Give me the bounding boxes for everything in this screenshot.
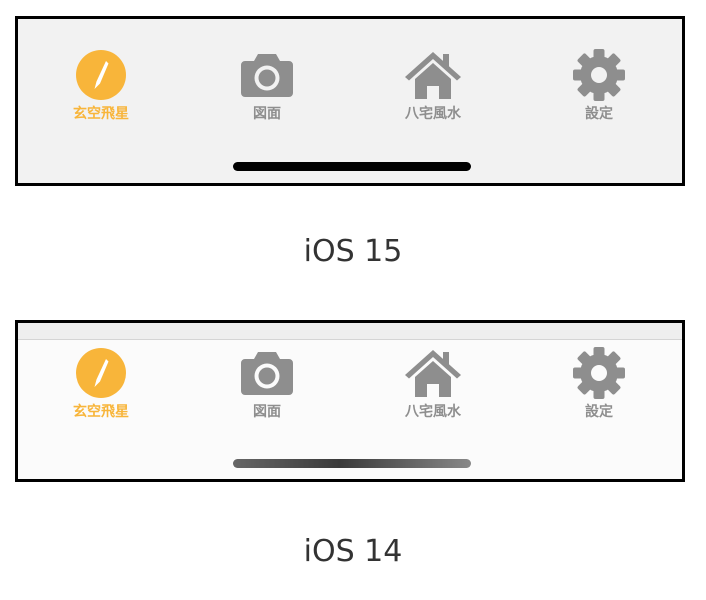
tab-bar: 玄空飛星 図面 八宅風水 設定 — [18, 347, 682, 421]
tab-settings[interactable]: 設定 — [516, 49, 682, 123]
tab-label: 玄空飛星 — [73, 106, 129, 122]
ios14-tabbar-screenshot: 玄空飛星 図面 八宅風水 設定 — [15, 320, 685, 482]
home-indicator[interactable] — [233, 459, 471, 468]
compass-icon — [76, 50, 126, 100]
gear-icon — [573, 347, 625, 399]
tab-label: 図面 — [253, 106, 281, 122]
tab-bar: 玄空飛星 図面 八宅風水 設定 — [18, 49, 682, 123]
caption-ios15: iOS 15 — [303, 234, 403, 269]
house-icon — [405, 52, 461, 99]
gear-icon — [573, 49, 625, 101]
caption-ios14: iOS 14 — [303, 534, 403, 569]
tab-bazhai-fengshui[interactable]: 八宅風水 — [350, 49, 516, 123]
camera-icon — [241, 54, 293, 97]
house-icon — [405, 350, 461, 397]
tab-label: 設定 — [585, 404, 613, 420]
ios15-tabbar-screenshot: 玄空飛星 図面 八宅風水 設定 — [15, 16, 685, 186]
tab-floor-plan[interactable]: 図面 — [184, 49, 350, 123]
tab-bazhai-fengshui[interactable]: 八宅風水 — [350, 347, 516, 421]
tab-label: 設定 — [585, 106, 613, 122]
content-edge — [18, 323, 682, 340]
tab-floor-plan[interactable]: 図面 — [184, 347, 350, 421]
tab-settings[interactable]: 設定 — [516, 347, 682, 421]
camera-icon — [241, 352, 293, 395]
tab-xuankong-feixing[interactable]: 玄空飛星 — [18, 347, 184, 421]
tab-label: 玄空飛星 — [73, 404, 129, 420]
tab-label: 図面 — [253, 404, 281, 420]
compass-icon — [76, 348, 126, 398]
tab-label: 八宅風水 — [405, 404, 461, 420]
home-indicator[interactable] — [233, 162, 471, 171]
tab-xuankong-feixing[interactable]: 玄空飛星 — [18, 49, 184, 123]
tab-label: 八宅風水 — [405, 106, 461, 122]
